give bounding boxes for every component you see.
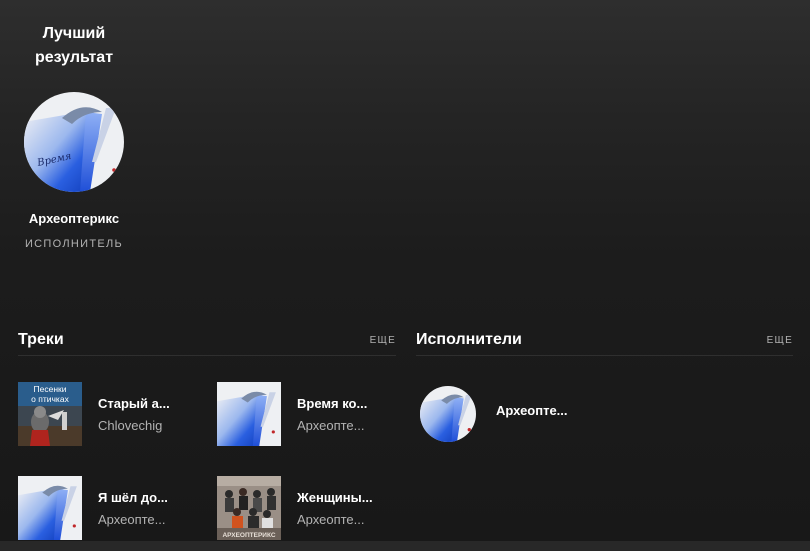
top-result-heading: Лучший результат — [34, 25, 114, 66]
top-result-artist-image[interactable]: Время — [24, 92, 124, 192]
track-artist[interactable]: Археопте... — [98, 511, 165, 528]
blue-sky-cover: Время — [24, 92, 124, 192]
artists-section-header: Исполнители ЕЩЕ — [416, 329, 793, 356]
track-cover-image: АРХЕОПТЕРИКС — [217, 476, 281, 540]
artist-item[interactable]: Археопте... — [420, 384, 620, 442]
cover-band-name-text: АРХЕОПТЕРИКС — [222, 532, 275, 539]
tracks-more-link[interactable]: ЕЩЕ — [370, 334, 396, 348]
track-title[interactable]: Женщины... — [297, 489, 373, 506]
bottom-player-bar-edge — [0, 541, 810, 551]
track-cover-image: Песенки о птичках — [18, 382, 82, 446]
track-cover-image — [217, 382, 281, 446]
track-cover-image — [18, 476, 82, 540]
track-artist[interactable]: Археопте... — [297, 417, 364, 434]
artist-name[interactable]: Археопте... — [496, 402, 568, 419]
search-results-page: Лучший результат Время Археоптерикс ИСПО… — [0, 0, 810, 551]
artists-section-title[interactable]: Исполнители — [416, 329, 522, 351]
blue-sky-cover — [420, 386, 476, 442]
cover-text-line-1: Песенки — [34, 384, 67, 394]
artist-avatar-image — [420, 386, 476, 442]
top-result-artist-name[interactable]: Археоптерикс — [18, 210, 130, 228]
tracks-section-title[interactable]: Треки — [18, 329, 64, 351]
track-item[interactable]: Время ко... Археопте... — [217, 382, 397, 446]
blue-sky-cover — [217, 382, 281, 446]
cover-text-line-2: о птичках — [31, 394, 69, 404]
track-item[interactable]: Я шёл до... Археопте... — [18, 476, 198, 540]
artists-more-link[interactable]: ЕЩЕ — [767, 334, 793, 348]
track-artist[interactable]: Chlovechig — [98, 417, 162, 434]
track-title[interactable]: Время ко... — [297, 395, 367, 412]
track-item[interactable]: АРХЕОПТЕРИКС Женщины... Археопте... — [217, 476, 397, 540]
top-result-type-label: ИСПОЛНИТЕЛЬ — [24, 238, 124, 250]
birds-songs-cover: Песенки о птичках — [18, 382, 82, 446]
blue-sky-cover — [18, 476, 82, 540]
band-photo-cover: АРХЕОПТЕРИКС — [217, 476, 281, 540]
track-artist[interactable]: Археопте... — [297, 511, 364, 528]
track-title[interactable]: Старый а... — [98, 395, 170, 412]
track-title[interactable]: Я шёл до... — [98, 489, 168, 506]
tracks-section-header: Треки ЕЩЕ — [18, 329, 396, 356]
track-item[interactable]: Песенки о птичках Старый а... Chlovechig — [18, 382, 198, 446]
